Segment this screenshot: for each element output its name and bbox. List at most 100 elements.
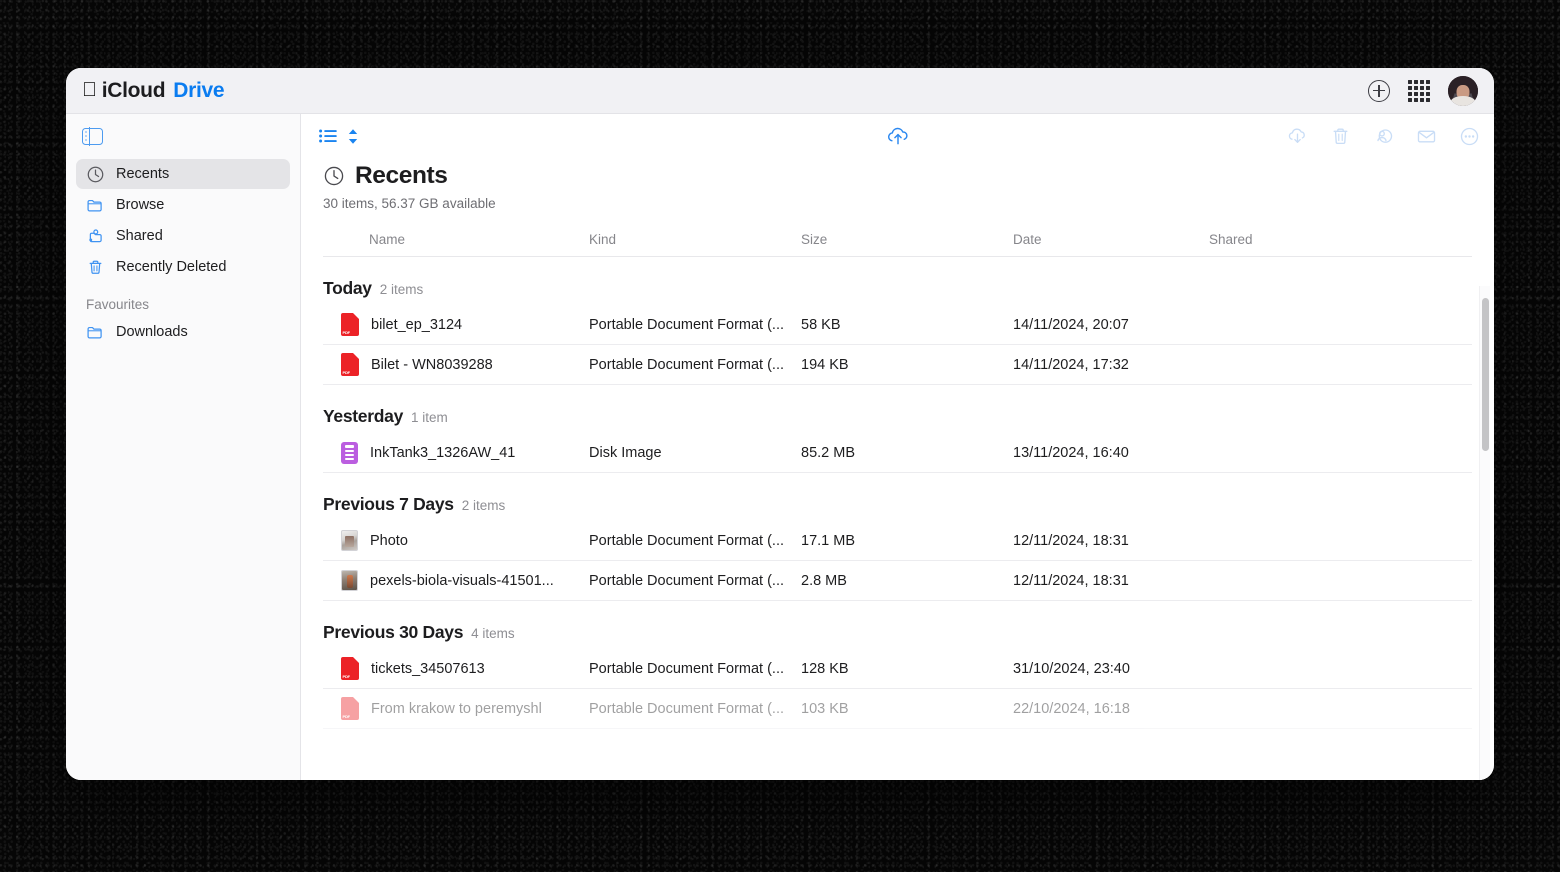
file-size: 85.2 MB [801,444,855,461]
shared-folder-icon [89,228,102,242]
list-view-button[interactable] [319,129,337,143]
file-kind: Disk Image [589,444,662,461]
file-size: 103 KB [801,700,849,717]
pdf-icon: PDF [341,353,359,376]
file-name-cell[interactable]: PDF From krakow to peremyshl [327,697,589,720]
file-name: From krakow to peremyshl [371,700,542,717]
sidebar-item-label: Browse [116,197,165,213]
file-size: 2.8 MB [801,572,847,589]
file-name-cell[interactable]: Photo [327,530,589,551]
app-switcher-button[interactable] [1408,79,1430,102]
file-name-cell[interactable]: PDF bilet_ep_3124 [327,313,589,336]
file-name-cell[interactable]: PDF Bilet - WN8039288 [327,353,589,376]
file-group-header: Previous 7 Days 2 items [323,473,1472,521]
file-name-cell[interactable]: pexels-biola-visuals-41501... [327,570,589,591]
pdf-icon: PDF [341,313,359,336]
sidebar-toggle-button[interactable] [82,127,103,146]
file-name: Photo [370,532,408,549]
sort-button[interactable] [347,128,359,145]
email-button[interactable] [1416,126,1437,147]
file-name: bilet_ep_3124 [371,316,463,333]
file-group-count: 4 items [471,626,515,641]
add-button[interactable] [1368,79,1390,102]
table-row[interactable]: PDF tickets_34507613 Portable Document For… [323,649,1472,689]
sidebar: Recents Browse Shared Recently Deleted F… [66,114,301,780]
column-header-size[interactable]: Size [801,232,1013,247]
sidebar-toggle-icon [82,127,103,146]
file-date: 12/11/2024, 18:31 [1013,532,1129,549]
column-header-date[interactable]: Date [1013,232,1209,247]
sidebar-toggle-row [76,126,290,159]
column-header-name[interactable]: Name [327,232,589,247]
trash-icon [1333,127,1348,144]
sidebar-item-browse[interactable]: Browse [76,190,290,220]
file-size: 128 KB [801,660,849,677]
file-kind: Portable Document Format (... [589,316,785,333]
file-group-header: Previous 30 Days 4 items [323,601,1472,649]
folder-icon [87,326,102,339]
file-kind: Portable Document Format (... [589,660,785,677]
download-button[interactable] [1287,126,1308,147]
column-header-kind[interactable]: Kind [589,232,801,247]
file-group-header: Today 2 items [323,257,1472,305]
file-kind: Portable Document Format (... [589,572,785,589]
delete-button[interactable] [1330,126,1351,147]
file-date: 31/10/2024, 23:40 [1013,660,1130,677]
window-titlebar:  iCloud Drive [66,68,1494,114]
folder-icon [87,199,102,212]
thumbnail-a-icon [341,530,358,551]
table-row[interactable]: pexels-biola-visuals-41501... Portable Do… [323,561,1472,601]
sidebar-item-recents[interactable]: Recents [76,159,290,189]
page-title: Recents [355,162,448,189]
titlebar-actions [1368,75,1478,106]
file-name: tickets_34507613 [371,660,485,677]
scrollbar-thumb[interactable] [1482,298,1489,451]
file-name-cell[interactable]: InkTank3_1326AW_41 [327,441,589,464]
file-date: 14/11/2024, 17:32 [1013,356,1129,373]
more-icon [1460,127,1479,145]
upload-button[interactable] [885,124,910,149]
sidebar-item-shared[interactable]: Shared [76,221,290,251]
file-name: InkTank3_1326AW_41 [370,444,516,461]
clock-icon [87,166,104,182]
file-name: pexels-biola-visuals-41501... [370,572,554,589]
brand-icloud-text: iCloud [87,78,166,102]
share-button[interactable] [1373,126,1394,147]
sidebar-item-recently-deleted[interactable]: Recently Deleted [76,252,290,282]
file-name: Bilet - WN8039288 [371,356,493,373]
file-list-scroll-area[interactable]: Recents 30 items, 56.37 GB available Nam… [301,158,1494,780]
table-row[interactable]: PDF bilet_ep_3124 Portable Document Format… [323,305,1472,345]
content-toolbar [301,114,1494,158]
sidebar-section-favourites: Favourites [86,297,150,312]
icloud-drive-window:  iCloud Drive [66,68,1494,780]
file-date: 13/11/2024, 16:40 [1013,444,1129,461]
main-panel: Recents 30 items, 56.37 GB available Nam… [301,114,1494,780]
share-person-icon [1377,128,1393,143]
table-row[interactable]: PDF Bilet - WN8039288 Portable Document Fo… [323,345,1472,385]
table-row[interactable]: Photo Portable Document Format (... 17.1 M… [323,521,1472,561]
mail-icon [1417,130,1436,143]
file-date: 22/10/2024, 16:18 [1013,700,1130,717]
list-view-icon [319,129,337,143]
file-group-title: Today [323,278,372,298]
sidebar-item-label: Recently Deleted [116,259,227,275]
column-header-shared[interactable]: Shared [1209,232,1472,247]
brand-logo[interactable]:  iCloud Drive [82,78,225,103]
vertical-scrollbar[interactable] [1479,286,1490,780]
sidebar-item-downloads[interactable]: Downloads [76,317,290,347]
upload-cloud-icon [887,127,908,144]
apple-logo-icon:  [82,80,97,100]
download-icon [1288,128,1305,143]
table-row[interactable]: PDF From krakow to peremyshl Portable Docu… [323,689,1472,729]
file-kind: Portable Document Format (... [589,356,785,373]
pdf-icon: PDF [341,697,359,720]
file-size: 194 KB [801,356,849,373]
file-groups: Today 2 items PDF bilet_ep_3124 Portable Doc… [323,257,1472,729]
file-name-cell[interactable]: PDF tickets_34507613 [327,657,589,680]
file-group-header: Yesterday 1 item [323,385,1472,433]
more-button[interactable] [1459,126,1480,147]
page-subtitle: 30 items, 56.37 GB available [323,196,496,211]
app-grid-icon [1408,79,1430,102]
account-avatar-button[interactable] [1448,75,1478,106]
table-row[interactable]: InkTank3_1326AW_41 Disk Image 85.2 MB 13/11… [323,433,1472,473]
